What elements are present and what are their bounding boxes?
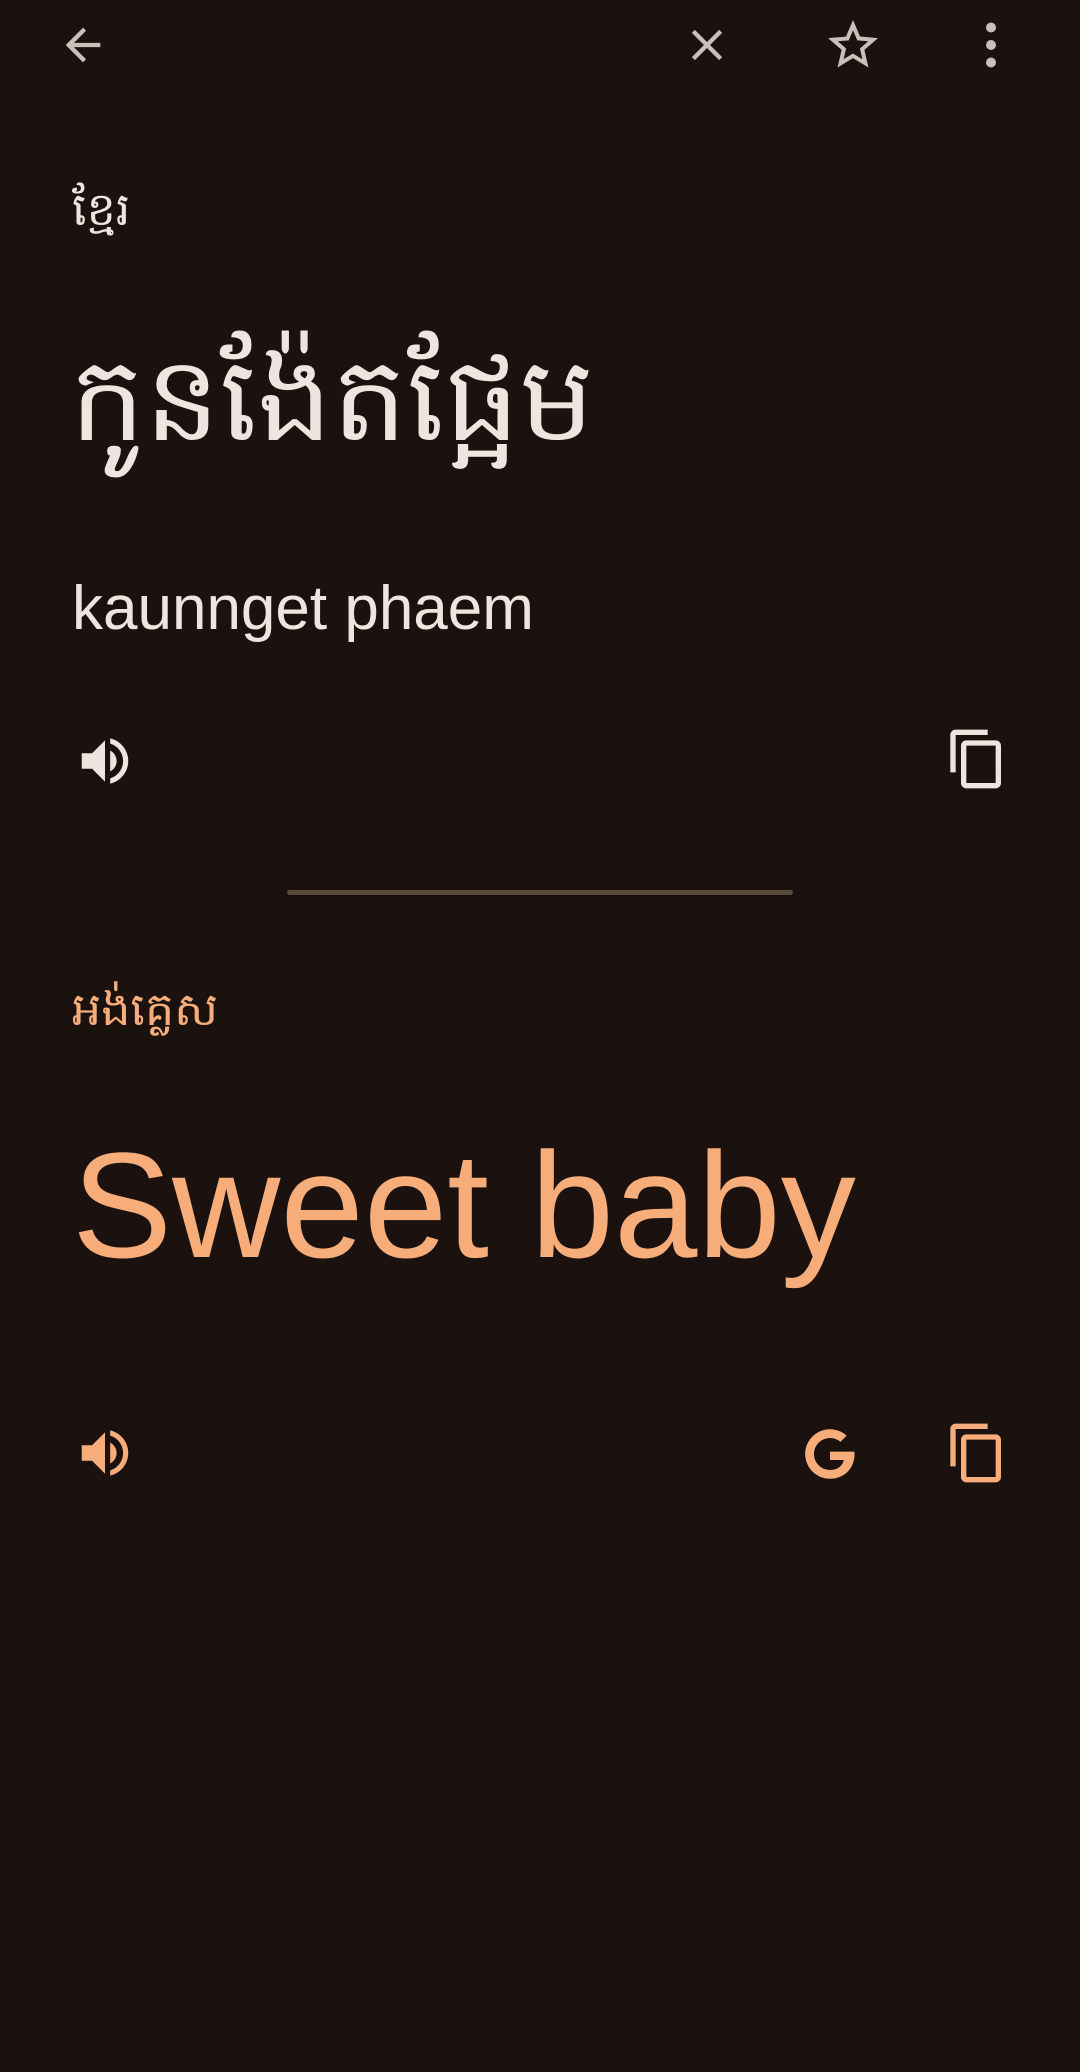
target-copy-button[interactable] xyxy=(940,1416,1014,1490)
section-divider xyxy=(287,890,793,895)
source-transliteration: kaunnget phaem xyxy=(72,574,534,643)
speaker-icon xyxy=(81,1430,129,1476)
google-search-button[interactable] xyxy=(794,1418,866,1490)
target-listen-button[interactable] xyxy=(70,1418,140,1488)
copy-icon xyxy=(950,1423,1001,1483)
target-language-label[interactable]: អង់គ្លេស xyxy=(72,986,218,1032)
source-copy-button[interactable] xyxy=(940,722,1014,796)
source-listen-button[interactable] xyxy=(70,726,140,796)
copy-icon xyxy=(950,729,1001,789)
source-text: កូនង៉ែតផ្អែម xyxy=(70,330,595,468)
more-options-button[interactable] xyxy=(956,10,1026,80)
speaker-icon xyxy=(81,738,129,784)
save-button[interactable] xyxy=(818,10,888,80)
source-language-label[interactable]: ខ្មែរ xyxy=(72,186,130,232)
more-vert-icon xyxy=(986,22,996,68)
clear-button[interactable] xyxy=(674,12,740,78)
arrow-left-icon xyxy=(65,27,101,63)
star-outline-icon xyxy=(828,20,878,68)
back-button[interactable] xyxy=(50,12,116,78)
google-g-icon xyxy=(805,1429,855,1479)
close-icon xyxy=(691,29,723,61)
translated-text: Sweet baby xyxy=(72,1121,856,1289)
